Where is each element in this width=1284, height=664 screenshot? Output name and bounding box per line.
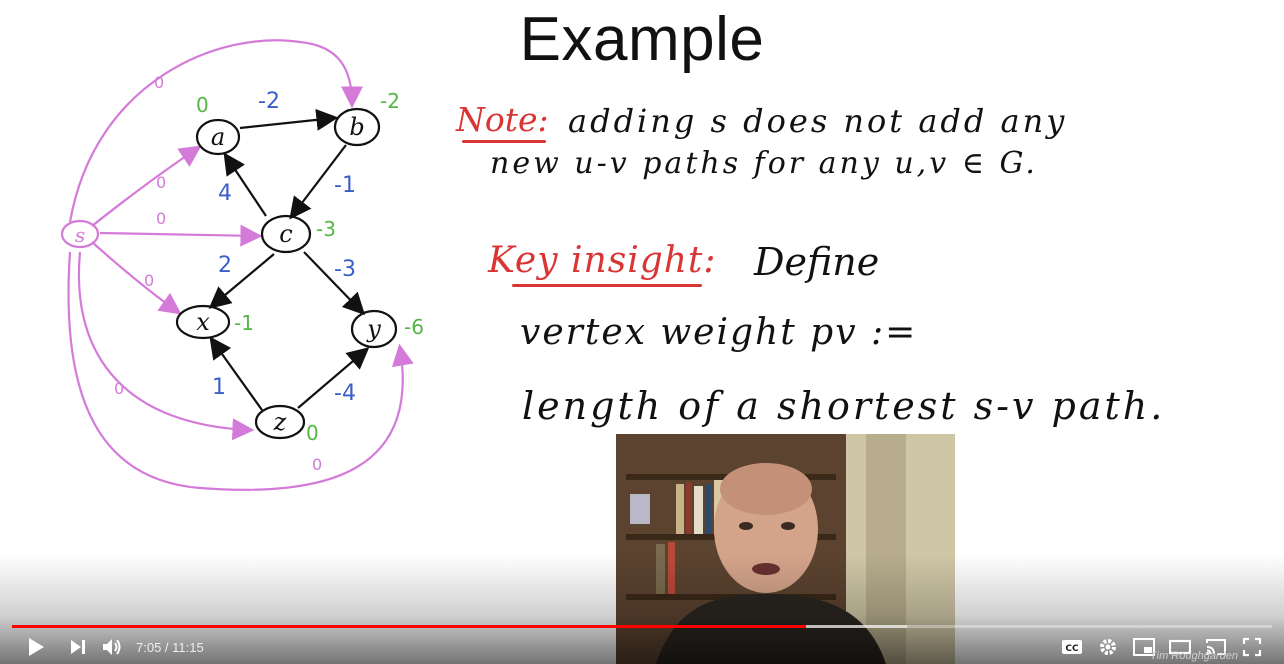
key-insight-underline <box>512 284 702 287</box>
note-label: Note: <box>456 100 549 139</box>
weight-s-y: 0 <box>312 455 322 474</box>
weight-s-a: 0 <box>156 173 166 192</box>
progress-played <box>12 625 806 628</box>
definition-line1: vertex weight pv := <box>520 312 918 353</box>
edge-c-a <box>223 152 267 217</box>
vertex-weight-a: 0 <box>196 93 209 117</box>
node-label-z: z <box>273 408 287 436</box>
weight-s-b: 0 <box>154 73 164 92</box>
graph-diagram: a b c x y z s -2 4 -1 2 -3 1 -4 0 0 0 0 … <box>60 39 424 491</box>
video-frame[interactable]: Example a b c x y z s -2 4 -1 2 -3 1 -4 … <box>0 0 1284 664</box>
weight-b-c: -1 <box>334 173 356 198</box>
weight-c-x: 2 <box>218 253 232 278</box>
weight-a-b: -2 <box>258 89 280 114</box>
vertex-weight-x: -1 <box>234 311 254 335</box>
progress-bar[interactable] <box>12 625 1272 628</box>
next-icon <box>71 640 85 654</box>
vertex-weight-z: 0 <box>306 421 319 445</box>
node-label-a: a <box>211 123 225 151</box>
play-button[interactable] <box>22 635 50 659</box>
play-icon <box>29 638 44 656</box>
key-insight-label: Key insight: <box>488 240 717 281</box>
fullscreen-button[interactable] <box>1238 635 1266 659</box>
captions-icon: CC <box>1062 640 1082 654</box>
key-insight-text: Define <box>754 240 880 284</box>
weight-z-y: -4 <box>334 381 356 406</box>
note-underline <box>462 140 546 143</box>
edge-s-y <box>67 251 414 491</box>
definition-line2: length of a shortest s-v path. <box>522 384 1166 428</box>
vertex-weight-c: -3 <box>316 217 336 241</box>
node-label-s: s <box>75 223 85 247</box>
node-label-y: y <box>366 315 381 343</box>
fullscreen-icon <box>1242 637 1262 657</box>
edge-s-a <box>91 145 202 227</box>
weight-s-z: 0 <box>114 379 124 398</box>
vertex-weight-y: -6 <box>404 315 424 339</box>
volume-icon <box>103 639 121 655</box>
node-label-b: b <box>349 113 364 141</box>
weight-c-a: 4 <box>218 181 232 206</box>
volume-button[interactable] <box>98 635 126 659</box>
vertex-weight-b: -2 <box>380 89 400 113</box>
settings-icon <box>1100 639 1116 655</box>
note-text-line2: new u-v paths for any u,v ∈ G. <box>490 146 1038 181</box>
edge-a-b <box>239 108 339 131</box>
edge-s-c <box>99 224 263 247</box>
captions-button[interactable]: CC <box>1058 635 1086 659</box>
weight-s-c: 0 <box>156 209 166 228</box>
player-controls: 7:05 / 11:15 CC <box>0 630 1284 664</box>
next-button[interactable] <box>64 635 92 659</box>
note-text-line1: adding s does not add any <box>568 102 1068 140</box>
presenter-watermark: Tim Roughgarden <box>1150 650 1238 662</box>
node-label-c: c <box>279 220 292 248</box>
time-display: 7:05 / 11:15 <box>136 640 204 655</box>
weight-s-x: 0 <box>144 271 154 290</box>
edge-s-x <box>91 241 182 315</box>
weight-c-y: -3 <box>334 257 356 282</box>
weight-z-x: 1 <box>212 375 226 400</box>
svg-text:CC: CC <box>1065 644 1079 654</box>
node-label-x: x <box>196 308 210 336</box>
settings-button[interactable] <box>1094 635 1122 659</box>
edge-s-z <box>77 251 255 441</box>
